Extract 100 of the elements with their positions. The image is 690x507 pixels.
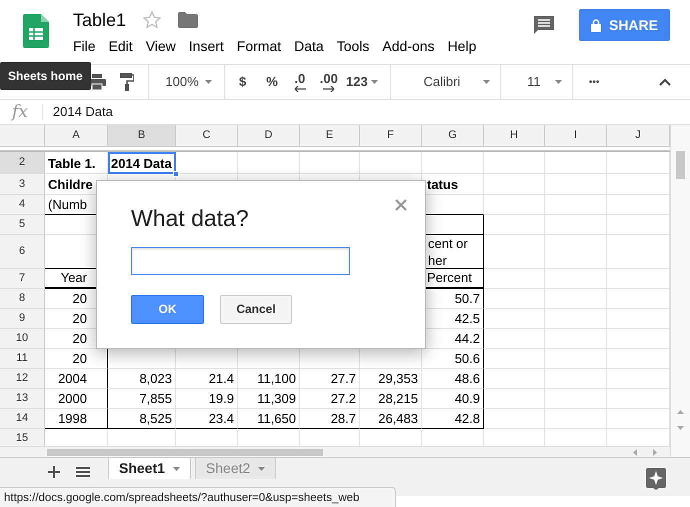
number-format-dropdown[interactable]: 123: [346, 65, 378, 99]
table-cell[interactable]: 23.4: [176, 409, 238, 429]
table-cell[interactable]: 29,353: [360, 369, 422, 389]
font-dropdown[interactable]: Calibri: [406, 65, 490, 99]
column-header[interactable]: I: [545, 125, 607, 147]
document-title[interactable]: Table1: [73, 9, 126, 31]
scrollbar-thumb[interactable]: [676, 151, 685, 179]
table-cell[interactable]: 2000: [45, 389, 108, 409]
table-cell[interactable]: [545, 309, 607, 329]
menu-item[interactable]: View: [146, 34, 176, 59]
row-header[interactable]: 7: [0, 269, 45, 289]
row-header[interactable]: 4: [0, 195, 45, 215]
table-cell[interactable]: [238, 152, 300, 174]
zoom-dropdown[interactable]: 100%: [165, 65, 212, 99]
table-cell[interactable]: 28.7: [300, 409, 360, 429]
row-header[interactable]: 2: [0, 152, 45, 174]
more-button[interactable]: •••: [588, 65, 600, 99]
menu-item[interactable]: Tools: [336, 34, 370, 59]
row-header[interactable]: 3: [0, 174, 45, 195]
vertical-scrollbar[interactable]: [670, 125, 690, 457]
scroll-arrows-icon[interactable]: [677, 409, 684, 431]
cancel-button[interactable]: Cancel: [220, 294, 292, 324]
sheets-logo-icon[interactable]: [23, 14, 49, 48]
table-cell[interactable]: 26,483: [360, 409, 422, 429]
sheet-tab[interactable]: Sheet1: [108, 457, 191, 479]
table-cell[interactable]: [484, 309, 545, 329]
table-cell[interactable]: 48.6: [422, 369, 484, 389]
menu-item[interactable]: Edit: [108, 34, 133, 59]
table-cell[interactable]: [484, 369, 545, 389]
table-cell[interactable]: [545, 369, 607, 389]
table-cell[interactable]: [545, 329, 607, 349]
table-cell[interactable]: 2014 Data: [108, 152, 176, 174]
horizontal-scrollbar[interactable]: [0, 446, 670, 457]
column-header[interactable]: H: [484, 125, 545, 147]
comment-icon[interactable]: [532, 14, 555, 36]
table-cell[interactable]: 7,855: [108, 389, 176, 409]
column-header[interactable]: E: [300, 125, 360, 147]
table-cell[interactable]: [484, 349, 545, 369]
table-cell[interactable]: [545, 215, 607, 235]
table-cell[interactable]: [484, 389, 545, 409]
print-icon[interactable]: [88, 74, 106, 90]
text-input-field[interactable]: [131, 246, 350, 275]
table-cell[interactable]: [545, 349, 607, 369]
table-cell[interactable]: 42.8: [422, 409, 484, 429]
currency-button[interactable]: $: [239, 65, 246, 99]
table-cell[interactable]: 11,100: [238, 369, 300, 389]
percent-button[interactable]: %: [266, 65, 278, 99]
column-header[interactable]: G: [422, 125, 484, 147]
row-header[interactable]: 13: [0, 389, 45, 409]
row-header[interactable]: 11: [0, 349, 45, 369]
table-cell[interactable]: [545, 409, 607, 429]
table-cell[interactable]: 8,525: [108, 409, 176, 429]
table-cell[interactable]: [422, 152, 484, 174]
row-header[interactable]: 9: [0, 309, 45, 329]
font-size-dropdown[interactable]: 11: [518, 65, 562, 99]
table-cell[interactable]: 8,023: [108, 369, 176, 389]
row-header[interactable]: 5: [0, 215, 45, 235]
menu-item[interactable]: Format: [236, 34, 282, 59]
table-cell[interactable]: 40.9: [422, 389, 484, 409]
table-cell[interactable]: [484, 152, 545, 174]
table-cell[interactable]: 2004: [45, 369, 108, 389]
table-cell[interactable]: [545, 195, 607, 215]
table-cell[interactable]: [484, 235, 545, 269]
table-cell[interactable]: 19.9: [176, 389, 238, 409]
table-cell[interactable]: [484, 329, 545, 349]
table-cell[interactable]: 50.6: [422, 349, 484, 369]
table-cell[interactable]: 27.2: [300, 389, 360, 409]
folder-icon[interactable]: [178, 12, 198, 28]
table-cell[interactable]: [176, 152, 238, 174]
increase-decimals-button[interactable]: .00: [320, 65, 338, 99]
scrollbar-thumb[interactable]: [47, 449, 323, 456]
sheet-list-icon[interactable]: [76, 467, 90, 477]
table-cell[interactable]: [484, 289, 545, 309]
table-cell[interactable]: [484, 195, 545, 215]
collapse-caret-icon[interactable]: [659, 78, 671, 86]
fill-handle[interactable]: [173, 171, 179, 177]
formula-value[interactable]: 2014 Data: [52, 102, 113, 122]
table-cell[interactable]: [545, 269, 607, 289]
table-cell[interactable]: [300, 152, 360, 174]
table-cell[interactable]: 27.7: [300, 369, 360, 389]
column-header[interactable]: F: [360, 125, 422, 147]
menu-item[interactable]: Insert: [188, 34, 224, 59]
menu-item[interactable]: File: [73, 34, 96, 59]
table-cell[interactable]: [545, 152, 607, 174]
menu-item[interactable]: Add-ons: [382, 34, 435, 59]
decrease-decimals-button[interactable]: .0: [294, 65, 306, 99]
table-cell[interactable]: [545, 174, 607, 195]
select-all-corner[interactable]: [0, 125, 45, 147]
paint-roller-icon[interactable]: [120, 73, 134, 91]
row-header[interactable]: 12: [0, 369, 45, 389]
close-icon[interactable]: [395, 199, 407, 211]
row-header[interactable]: 10: [0, 329, 45, 349]
freeze-bar[interactable]: [0, 147, 670, 152]
star-icon[interactable]: [142, 10, 162, 30]
table-cell[interactable]: [545, 389, 607, 409]
menu-item[interactable]: Help: [448, 34, 476, 59]
table-cell[interactable]: [484, 269, 545, 289]
share-button[interactable]: SHARE: [578, 9, 670, 41]
row-header[interactable]: 6: [0, 235, 45, 269]
table-cell[interactable]: [484, 409, 545, 429]
